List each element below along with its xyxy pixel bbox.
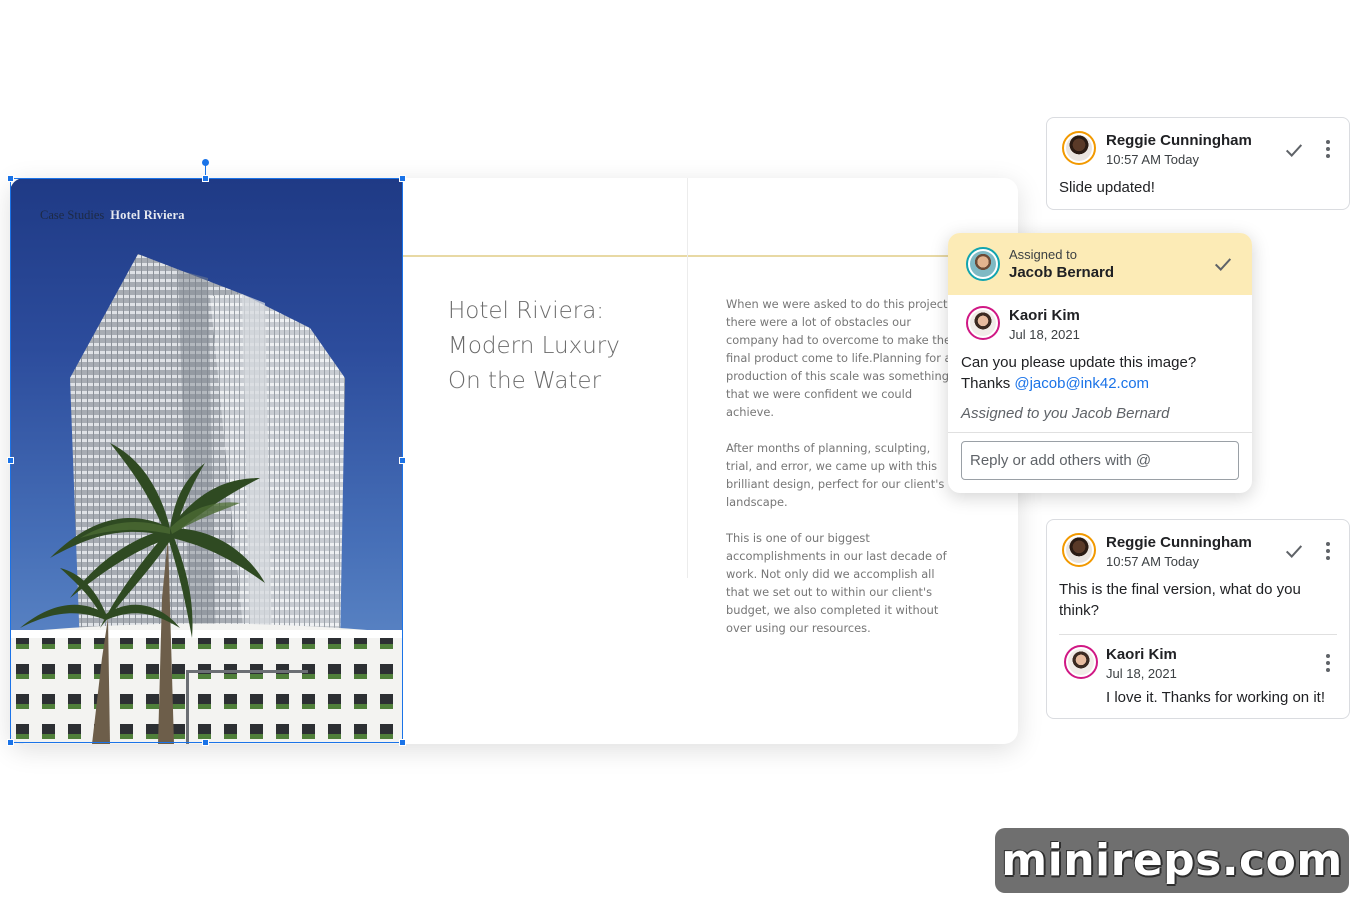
comment-text: Can you please update this image? Thanks… <box>961 352 1241 394</box>
comment-time: 10:57 AM Today <box>1106 152 1199 167</box>
resize-handle-bottom[interactable] <box>202 739 209 746</box>
resolve-button[interactable] <box>1280 537 1308 565</box>
comment-card-final-version[interactable]: Reggie Cunningham 10:57 AM Today This is… <box>1046 519 1350 719</box>
more-vert-icon-dot <box>1326 556 1330 560</box>
comment-time: 10:57 AM Today <box>1106 554 1199 569</box>
mention-link[interactable]: @jacob@ink42.com <box>1014 375 1149 392</box>
resize-handle-bottom-right[interactable] <box>399 739 406 746</box>
photo-caption: Case Studies Hotel Riviera <box>40 208 185 223</box>
watermark: minireps.com <box>995 828 1349 893</box>
body-paragraph: After months of planning, sculpting, tri… <box>726 441 945 509</box>
assigned-label: Assigned to <box>1009 247 1077 262</box>
comment-author: Reggie Cunningham <box>1106 534 1252 551</box>
comment-date: Jul 18, 2021 <box>1009 327 1080 342</box>
column-divider <box>687 178 688 578</box>
avatar <box>966 306 1000 340</box>
hotel-photo[interactable]: Case Studies Hotel Riviera <box>10 178 403 744</box>
rotate-handle[interactable] <box>202 159 209 166</box>
comment-text: This is the final version, what do you t… <box>1059 581 1301 619</box>
more-vert-icon <box>1326 140 1330 144</box>
more-vert-icon-dot <box>1326 668 1330 672</box>
divider <box>1059 634 1337 635</box>
caption-section: Case Studies <box>40 208 105 222</box>
comment-author: Kaori Kim <box>1009 307 1080 324</box>
comment-line-thanks: Thanks @jacob@ink42.com <box>961 373 1241 394</box>
reply-author: Kaori Kim <box>1106 646 1177 663</box>
title-line: Hotel Riviera: <box>448 298 605 324</box>
more-options-button[interactable] <box>1314 649 1342 677</box>
assignment-note: Assigned to you Jacob Bernard <box>961 405 1170 422</box>
body-text[interactable]: When we were asked to do this project, t… <box>726 295 958 655</box>
assignee-name: Jacob Bernard <box>1009 264 1115 281</box>
resolve-button[interactable] <box>1280 136 1308 164</box>
thanks-text: Thanks <box>961 375 1015 392</box>
more-vert-icon-dot <box>1326 147 1330 151</box>
more-vert-icon <box>1326 654 1330 658</box>
resize-handle-bottom-left[interactable] <box>7 739 14 746</box>
check-icon <box>1214 258 1232 271</box>
hotel-building-illustration <box>10 254 403 744</box>
watermark-text: minireps.com <box>1001 835 1343 886</box>
resize-handle-top[interactable] <box>202 175 209 182</box>
title-line: On the Water <box>448 368 602 394</box>
title-line: Modern Luxury <box>448 333 620 359</box>
assignee-avatar <box>966 247 1000 281</box>
avatar <box>1062 131 1096 165</box>
more-vert-icon-dot <box>1326 661 1330 665</box>
slide-canvas: Case Studies Hotel Riviera Hotel Riviera:… <box>10 178 1018 744</box>
more-vert-icon-dot <box>1326 549 1330 553</box>
reply-text: I love it. Thanks for working on it! <box>1106 689 1325 706</box>
header-rule <box>403 255 1018 257</box>
divider <box>948 432 1252 433</box>
body-paragraph: This is one of our biggest accomplishmen… <box>726 531 947 635</box>
avatar <box>1062 533 1096 567</box>
resize-handle-right[interactable] <box>399 457 406 464</box>
comment-card-assigned[interactable]: Assigned to Jacob Bernard Kaori Kim Jul … <box>948 233 1252 493</box>
body-paragraph: When we were asked to do this project, t… <box>726 297 952 419</box>
comment-text: Slide updated! <box>1059 179 1155 196</box>
assignment-header: Assigned to Jacob Bernard <box>948 233 1252 295</box>
reply-input[interactable] <box>961 441 1239 480</box>
more-vert-icon <box>1326 542 1330 546</box>
more-options-button[interactable] <box>1314 537 1342 565</box>
resize-handle-left[interactable] <box>7 457 14 464</box>
resize-handle-top-right[interactable] <box>399 175 406 182</box>
resolve-button[interactable] <box>1209 250 1237 278</box>
check-icon <box>1285 144 1303 157</box>
caption-title: Hotel Riviera <box>110 208 185 222</box>
avatar <box>1064 645 1098 679</box>
comment-card-slide-updated[interactable]: Reggie Cunningham 10:57 AM Today Slide u… <box>1046 117 1350 210</box>
reply-date: Jul 18, 2021 <box>1106 666 1177 681</box>
comment-author: Reggie Cunningham <box>1106 132 1252 149</box>
more-options-button[interactable] <box>1314 135 1342 163</box>
comment-line: Can you please update this image? <box>961 354 1197 371</box>
check-icon <box>1285 545 1303 558</box>
more-vert-icon-dot <box>1326 154 1330 158</box>
resize-handle-top-left[interactable] <box>7 175 14 182</box>
slide-title[interactable]: Hotel Riviera: Modern Luxury On the Wate… <box>448 294 678 399</box>
